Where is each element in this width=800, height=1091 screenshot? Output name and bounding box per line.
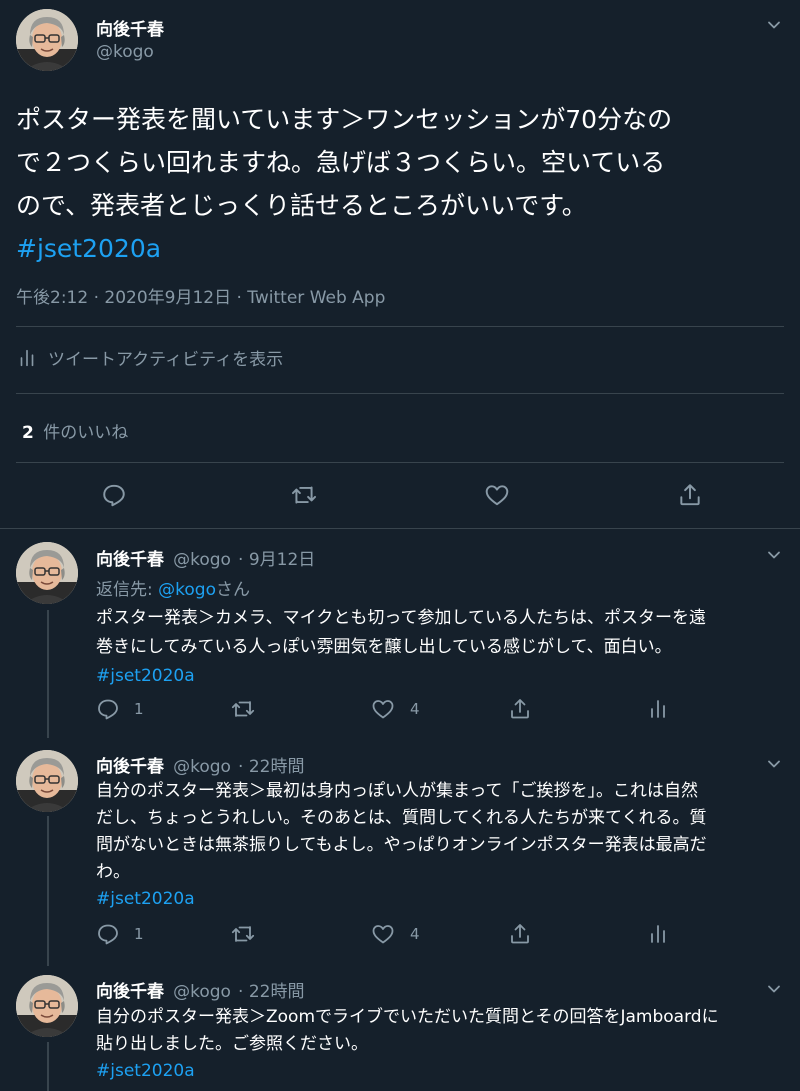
tweet-text: ポスター発表＞カメラ、マイクとも切って参加している人たちは、ポスターを遠 巻きに… — [96, 604, 786, 691]
chevron-down-icon[interactable] — [766, 981, 782, 997]
heart-icon[interactable] — [484, 482, 510, 508]
reply-to-handle[interactable]: @kogo — [158, 580, 216, 600]
likes-summary[interactable]: 2 件のいいね — [22, 418, 128, 443]
thread-line — [47, 1042, 49, 1091]
reply-count: 1 — [134, 700, 144, 718]
tweet-text-line: 自分のポスター発表＞最初は身内っぽい人が集まって「ご挨拶を」。これは自然 — [96, 781, 698, 801]
reply-to-suffix: さん — [215, 580, 250, 600]
share-icon[interactable] — [508, 922, 532, 946]
retweet-icon[interactable] — [291, 482, 317, 508]
share-icon[interactable] — [508, 697, 532, 721]
tweet-text-line: ので、発表者とじっくり話せるところがいいです。 — [16, 191, 587, 220]
reply-icon[interactable] — [96, 697, 120, 721]
reply-count: 1 — [134, 925, 144, 943]
tweet-text-line: だし、ちょっとうれしい。そのあとは、質問してくれる人たちが来てくれる。質 — [96, 808, 707, 828]
divider — [0, 528, 800, 529]
tweet-text: 自分のポスター発表＞最初は身内っぽい人が集まって「ご挨拶を」。これは自然 だし、… — [96, 778, 786, 913]
likes-label: 件のいいね — [43, 423, 129, 443]
tweet-text: 自分のポスター発表＞Zoomでライブでいただいた質問とその回答をJamboard… — [96, 1004, 786, 1085]
avatar[interactable] — [16, 975, 78, 1037]
retweet-icon[interactable] — [231, 697, 255, 721]
reply-to-prefix: 返信先: — [96, 580, 159, 600]
hashtag-link[interactable]: #jset2020a — [96, 886, 786, 913]
tweet-meta[interactable]: 午後2:12 · 2020年9月12日 · Twitter Web App — [16, 283, 385, 308]
analytics-icon[interactable] — [646, 922, 670, 946]
author-name[interactable]: 向後千春 — [96, 15, 164, 40]
author-handle[interactable]: @kogo — [173, 982, 231, 1002]
thread-line — [47, 610, 49, 738]
heart-icon[interactable] — [371, 922, 395, 946]
avatar[interactable] — [16, 9, 78, 71]
tweet-text-line: 問がないときは無茶振りしてもよし。やっぱりオンラインポスター発表は最高だ — [96, 835, 707, 855]
retweet-icon[interactable] — [231, 922, 255, 946]
tweet-time[interactable]: · 22時間 — [238, 982, 304, 1002]
divider — [16, 393, 784, 394]
tweet-text-line: わ。 — [96, 862, 130, 882]
hashtag-link[interactable]: #jset2020a — [96, 662, 786, 691]
tweet-text-line: 貼り出しました。ご参照ください。 — [96, 1034, 368, 1054]
chevron-down-icon[interactable] — [766, 547, 782, 563]
likes-count: 2 — [22, 423, 34, 443]
heart-icon[interactable] — [371, 697, 395, 721]
reply-header: 向後千春 @kogo · 22時間 — [96, 752, 304, 777]
divider — [16, 462, 784, 463]
avatar-image — [16, 9, 78, 71]
reply-to: 返信先: @kogoさん — [96, 575, 250, 600]
hashtag-link[interactable]: #jset2020a — [96, 1058, 786, 1085]
avatar[interactable] — [16, 542, 78, 604]
like-count: 4 — [410, 925, 420, 943]
reply-icon[interactable] — [101, 482, 127, 508]
author-handle[interactable]: @kogo — [173, 757, 231, 777]
tweet-text: ポスター発表を聞いています＞ワンセッションが70分なの で２つくらい回れますね。… — [16, 98, 786, 270]
author-name[interactable]: 向後千春 — [96, 982, 164, 1002]
tweet-text-line: ポスター発表＞カメラ、マイクとも切って参加している人たちは、ポスターを遠 — [96, 608, 706, 628]
author-name[interactable]: 向後千春 — [96, 550, 164, 570]
tweet-time[interactable]: · 9月12日 — [238, 550, 315, 570]
tweet-text-line: ポスター発表を聞いています＞ワンセッションが70分なの — [16, 105, 673, 134]
chevron-down-icon[interactable] — [766, 756, 782, 772]
tweet-text-line: 自分のポスター発表＞Zoomでライブでいただいた質問とその回答をJamboard… — [96, 1007, 719, 1027]
action-bar: 1 4 — [96, 697, 696, 723]
analytics-icon — [16, 347, 38, 369]
thread-line — [47, 816, 49, 966]
tweet-time[interactable]: · 22時間 — [238, 757, 304, 777]
avatar-image — [16, 542, 78, 604]
reply-header: 向後千春 @kogo · 22時間 — [96, 977, 304, 1002]
author-name[interactable]: 向後千春 — [96, 757, 164, 777]
hashtag-link[interactable]: #jset2020a — [16, 227, 786, 270]
tweet-text-line: で２つくらい回れますね。急げば３つくらい。空いている — [16, 148, 666, 177]
analytics-icon[interactable] — [646, 697, 670, 721]
author-handle[interactable]: @kogo — [96, 42, 154, 62]
like-count: 4 — [410, 700, 420, 718]
reply-icon[interactable] — [96, 922, 120, 946]
reply-header: 向後千春 @kogo · 9月12日 — [96, 545, 315, 570]
author-handle[interactable]: @kogo — [173, 550, 231, 570]
avatar-image — [16, 975, 78, 1037]
chevron-down-icon[interactable] — [766, 17, 782, 33]
tweet-text-line: 巻きにしてみている人っぽい雰囲気を醸し出している感じがして、面白い。 — [96, 637, 672, 657]
avatar[interactable] — [16, 750, 78, 812]
activity-label: ツイートアクティビティを表示 — [48, 350, 284, 370]
divider — [16, 326, 784, 327]
action-bar: 1 4 — [96, 922, 696, 948]
share-icon[interactable] — [677, 482, 703, 508]
activity-button[interactable]: ツイートアクティビティを表示 — [16, 345, 283, 370]
avatar-image — [16, 750, 78, 812]
